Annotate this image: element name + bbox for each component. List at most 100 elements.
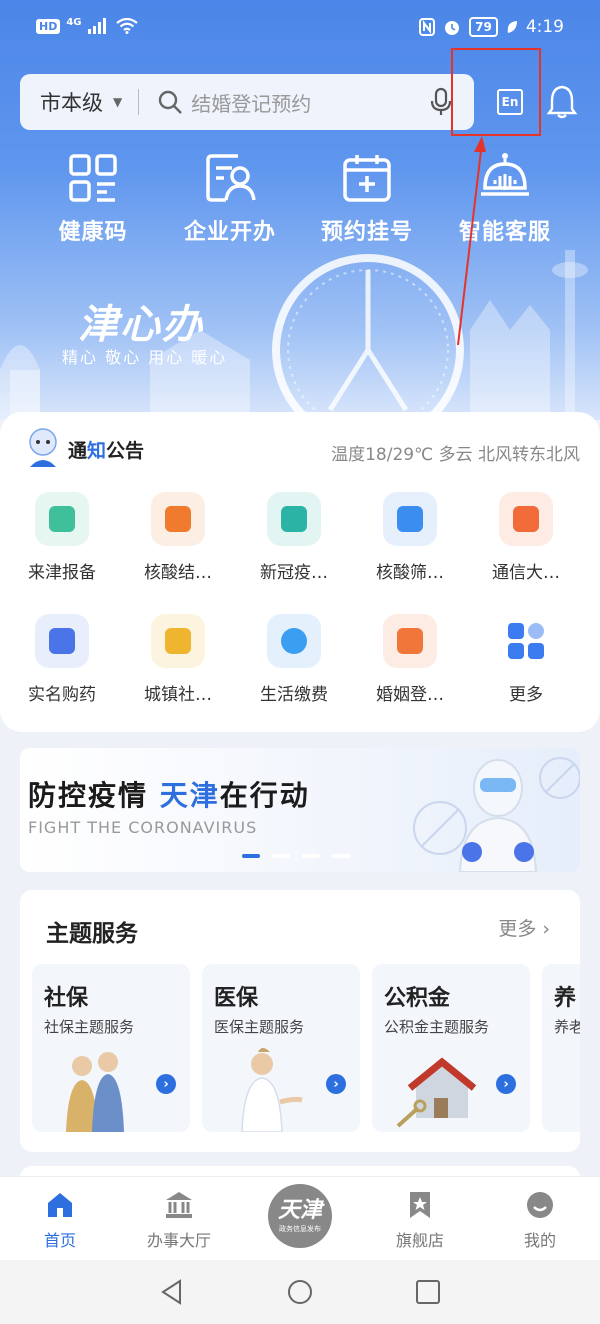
- theme-item-title: 医保: [214, 986, 259, 1011]
- nfc-icon: [419, 18, 436, 36]
- theme-item-social-security[interactable]: 社保 社保主题服务 ›: [32, 964, 190, 1132]
- brand-slogan: 精心 敬心 用心 暖心: [62, 348, 228, 367]
- theme-item-housing-fund[interactable]: 公积金 公积金主题服务 ›: [372, 964, 530, 1132]
- yen-drop-icon: [267, 614, 321, 668]
- service-more[interactable]: 更多: [468, 614, 584, 705]
- smiley-face-icon: [527, 1192, 553, 1218]
- carousel-dot[interactable]: [242, 854, 260, 858]
- annotation-arrow: [457, 136, 486, 346]
- search-bar[interactable]: 市本级 ▼ 结婚登记预约: [20, 74, 474, 130]
- search-icon: [159, 90, 183, 114]
- carousel-dot[interactable]: [302, 854, 320, 858]
- service-label: 生活缴费: [260, 685, 328, 705]
- hexagon-pulse-icon: [383, 492, 437, 546]
- center-logo-subtext: 政务信息发布: [279, 1225, 321, 1233]
- search-input[interactable]: 结婚登记预约: [191, 88, 428, 117]
- calendar-plus-icon: [343, 155, 391, 202]
- service-buy-medicine[interactable]: 实名购药: [4, 614, 120, 705]
- elderly-couple-illustration: [66, 1052, 124, 1132]
- battery-indicator: 79: [469, 17, 498, 37]
- clock-time: 4:19: [525, 17, 564, 37]
- quick-label: 企业开办: [183, 220, 276, 245]
- business-person-icon: [206, 154, 256, 202]
- theme-item-title: 养: [554, 986, 577, 1011]
- carousel-indicator[interactable]: [242, 854, 350, 858]
- tab-home[interactable]: 首页: [10, 1189, 110, 1251]
- shield-plus-icon: [151, 492, 205, 546]
- edit-doc-icon: [35, 492, 89, 546]
- arrow-right-icon[interactable]: ›: [326, 1074, 346, 1094]
- service-marriage[interactable]: 婚姻登…: [352, 614, 468, 705]
- service-utility-payment[interactable]: 生活缴费: [236, 614, 352, 705]
- recent-apps-icon[interactable]: [414, 1278, 442, 1306]
- bell-icon[interactable]: [546, 84, 578, 120]
- promo-banner[interactable]: 防控疫情 天津在行动 FIGHT THE CORONAVIRUS: [20, 748, 580, 872]
- theme-item-subtitle: 社保主题服务: [44, 1018, 135, 1036]
- service-label: 婚姻登…: [376, 685, 444, 705]
- theme-services-card: 主题服务 更多 › 社保 社保主题服务 › 医保 医保主题服务 › 公积金 公积…: [20, 890, 580, 1152]
- weather-info: 温度18/29℃ 多云 北风转东北风: [331, 445, 580, 465]
- chevron-down-icon[interactable]: ▼: [113, 95, 122, 109]
- mascot-icon: [29, 428, 57, 467]
- service-label: 核酸筛…: [376, 563, 444, 583]
- theme-item-pension[interactable]: 养 养老: [542, 964, 580, 1132]
- service-laijin-report[interactable]: 来津报备: [4, 492, 120, 583]
- tab-label: 首页: [43, 1231, 76, 1250]
- quick-business-setup[interactable]: 企业开办: [165, 150, 295, 246]
- doctor-illustration: [413, 757, 580, 872]
- center-logo-text: 天津: [277, 1197, 322, 1223]
- quick-label: 预约挂号: [320, 220, 413, 245]
- theme-item-medical-insurance[interactable]: 医保 医保主题服务 ›: [202, 964, 360, 1132]
- search-divider: [138, 89, 140, 115]
- alarm-icon: [445, 21, 460, 35]
- service-nucleic-result[interactable]: 核酸结…: [120, 492, 236, 583]
- service-nucleic-screening[interactable]: 核酸筛…: [352, 492, 468, 583]
- service-urban-social[interactable]: 城镇社…: [120, 614, 236, 705]
- hall-building-icon: [166, 1192, 192, 1218]
- quick-appointment[interactable]: 预约挂号: [302, 150, 432, 246]
- service-label: 更多: [509, 685, 543, 705]
- social-insurance-icon: [151, 614, 205, 668]
- grid-more-icon: [499, 614, 553, 668]
- quick-health-code[interactable]: 健康码: [28, 150, 158, 246]
- couple-icon: [383, 614, 437, 668]
- cart-icon: [35, 614, 89, 668]
- house-key-illustration: [396, 1057, 477, 1128]
- tab-profile[interactable]: 我的: [490, 1189, 590, 1251]
- service-label: 核酸结…: [144, 563, 212, 583]
- service-telecom[interactable]: 通信大…: [468, 492, 584, 583]
- back-icon[interactable]: [158, 1278, 186, 1306]
- tab-service-hall[interactable]: 办事大厅: [129, 1189, 229, 1251]
- home-circle-icon[interactable]: [286, 1278, 314, 1306]
- arrow-right-icon[interactable]: ›: [156, 1074, 176, 1094]
- tab-label: 旗舰店: [395, 1231, 444, 1250]
- carousel-dot[interactable]: [332, 854, 350, 858]
- service-label: 来津报备: [28, 563, 96, 583]
- more-link[interactable]: 更多 ›: [498, 914, 550, 941]
- tab-flagship-store[interactable]: 旗舰店: [370, 1189, 470, 1251]
- service-label: 通信大…: [492, 563, 560, 583]
- signal-icon: [87, 18, 106, 34]
- bookmark-star-icon: [410, 1192, 430, 1218]
- tianjin-center-logo[interactable]: 天津 政务信息发布: [268, 1184, 332, 1248]
- service-label: 新冠疫…: [260, 563, 328, 583]
- service-covid-vaccine[interactable]: 新冠疫…: [236, 492, 352, 583]
- services-card: 通知公告 温度18/29℃ 多云 北风转东北风 来津报备 核酸结… 新冠疫… 核…: [0, 412, 600, 732]
- service-label: 实名购药: [28, 685, 96, 705]
- card-icon: [499, 492, 553, 546]
- notice-title: 通知公告: [68, 439, 145, 462]
- syringe-icon: [267, 492, 321, 546]
- carousel-dot[interactable]: [272, 854, 290, 858]
- theme-item-title: 公积金: [384, 986, 451, 1011]
- doctor-woman-illustration: [241, 1048, 303, 1132]
- theme-item-subtitle: 养老: [554, 1018, 580, 1036]
- theme-item-subtitle: 公积金主题服务: [384, 1018, 490, 1036]
- arrow-right-icon[interactable]: ›: [496, 1074, 516, 1094]
- region-selector[interactable]: 市本级: [40, 87, 103, 117]
- banner-title: 防控疫情 天津在行动: [28, 779, 310, 812]
- system-navigation-bar: [0, 1260, 600, 1324]
- chevron-right-icon: ›: [542, 918, 550, 940]
- home-icon: [48, 1193, 72, 1217]
- notice-bar[interactable]: 通知公告 温度18/29℃ 多云 北风转东北风: [24, 424, 580, 474]
- banner-subtitle: FIGHT THE CORONAVIRUS: [28, 818, 258, 837]
